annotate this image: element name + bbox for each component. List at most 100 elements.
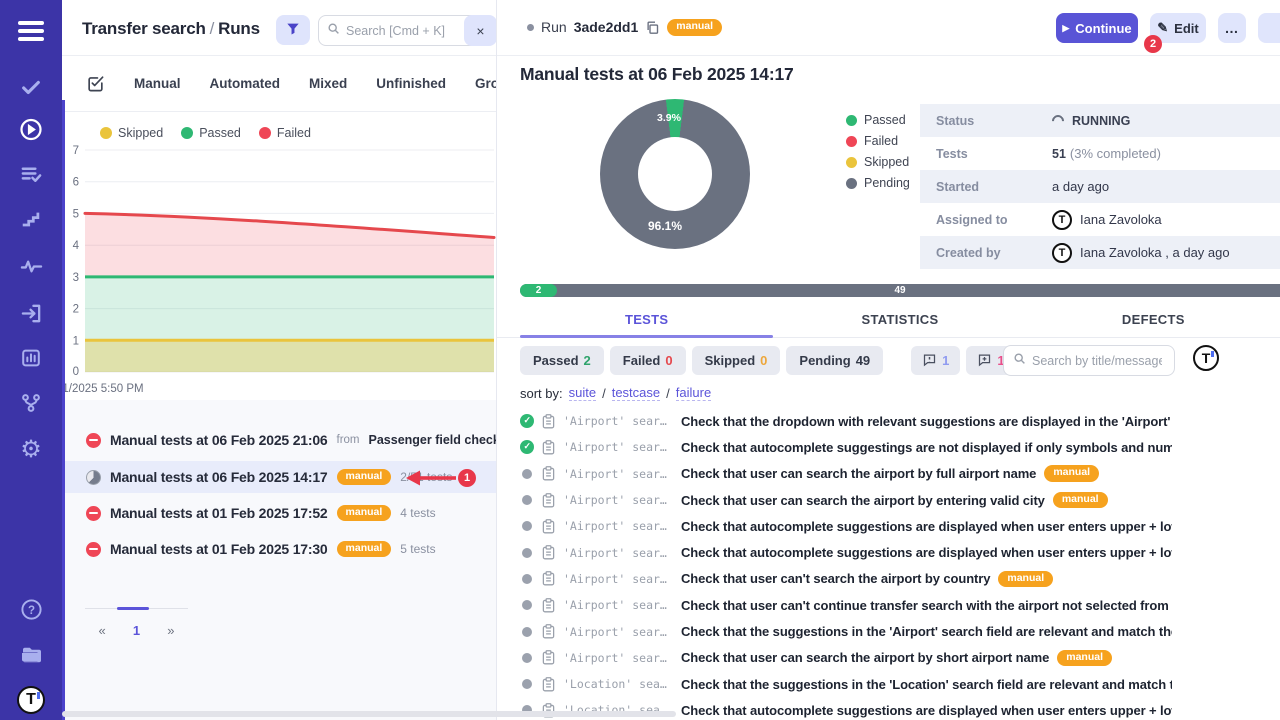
annotation-marker-1: 1 bbox=[458, 469, 476, 487]
tab-automated[interactable]: Automated bbox=[210, 76, 281, 91]
horizontal-scrollbar[interactable] bbox=[62, 711, 676, 717]
clipboard-icon bbox=[542, 493, 555, 508]
test-row[interactable]: 'Airport' sear… Check that user can't se… bbox=[520, 566, 1172, 592]
more-actions-button[interactable]: … bbox=[1218, 13, 1246, 43]
run-summary-table: Status RUNNING Tests 51(3% completed) St… bbox=[920, 104, 1280, 269]
search-icon bbox=[327, 22, 340, 40]
svg-text:5: 5 bbox=[73, 208, 79, 220]
panel-scrollbar[interactable] bbox=[62, 100, 65, 720]
test-status-icon bbox=[522, 653, 532, 663]
run-status-icon bbox=[86, 433, 101, 448]
test-row[interactable]: 'Airport' sear… Check that autocomplete … bbox=[520, 434, 1172, 460]
bar-chart-icon[interactable] bbox=[19, 346, 43, 370]
test-title: Check that the suggestions in the 'Locat… bbox=[681, 677, 1172, 692]
gear-icon[interactable]: ⚙ bbox=[19, 437, 43, 461]
continue-button[interactable]: ▶Continue bbox=[1056, 13, 1138, 43]
filter-comments[interactable]: 1 bbox=[911, 346, 960, 375]
test-title: Check that the dropdown with relevant su… bbox=[681, 414, 1172, 429]
test-row[interactable]: 'Airport' sear… Check that user can sear… bbox=[520, 487, 1172, 513]
test-row[interactable]: 'Location' sea… Check that the suggestio… bbox=[520, 671, 1172, 697]
tab-unfinished[interactable]: Unfinished bbox=[376, 76, 446, 91]
filter-failed[interactable]: Failed0 bbox=[610, 346, 686, 375]
donut-pending-label: 96.1% bbox=[648, 219, 682, 233]
activity-icon[interactable] bbox=[19, 254, 43, 278]
filter-pending[interactable]: Pending49 bbox=[786, 346, 883, 375]
test-status-icon bbox=[520, 440, 534, 454]
run-from-plan: Passenger field check bbox=[369, 433, 497, 447]
folder-icon[interactable] bbox=[19, 643, 43, 667]
steps-icon[interactable] bbox=[19, 207, 43, 231]
test-row[interactable]: 'Airport' sear… Check that user can sear… bbox=[520, 461, 1172, 487]
skipped-dot-icon bbox=[846, 157, 857, 168]
test-row[interactable]: 'Airport' sear… Check that autocomplete … bbox=[520, 513, 1172, 539]
overflow-button-partial[interactable] bbox=[1258, 13, 1280, 43]
svg-text:4: 4 bbox=[73, 240, 80, 252]
user-avatar[interactable]: T bbox=[17, 686, 45, 714]
test-type-badge: manual bbox=[998, 571, 1053, 588]
run-title: Manual tests at 01 Feb 2025 17:30 bbox=[110, 541, 328, 557]
test-title: Check that user can search the airport b… bbox=[681, 466, 1036, 481]
test-row[interactable]: 'Airport' sear… Check that autocomplete … bbox=[520, 539, 1172, 565]
test-suite: 'Airport' sear… bbox=[563, 414, 673, 428]
pagination-prev[interactable]: « bbox=[85, 623, 119, 638]
test-suite: 'Airport' sear… bbox=[563, 651, 673, 665]
tab-manual[interactable]: Manual bbox=[134, 76, 181, 91]
clipboard-icon bbox=[542, 677, 555, 692]
test-status-icon bbox=[520, 414, 534, 428]
run-row[interactable]: Manual tests at 06 Feb 2025 21:06 from P… bbox=[62, 424, 497, 456]
donut-passed-label: 3.9% bbox=[657, 112, 681, 124]
run-test-count: 4 tests bbox=[400, 506, 435, 520]
comment-exclaim-icon bbox=[922, 352, 937, 370]
sort-by-testcase[interactable]: testcase bbox=[612, 385, 660, 401]
active-tab-underline bbox=[520, 335, 773, 338]
sort-by-suite[interactable]: suite bbox=[569, 385, 596, 401]
tests-search bbox=[1003, 345, 1175, 376]
run-from-label: from bbox=[337, 434, 360, 446]
branch-icon[interactable] bbox=[19, 391, 43, 415]
list-check-icon[interactable] bbox=[19, 162, 43, 186]
tab-mixed[interactable]: Mixed bbox=[309, 76, 347, 91]
breadcrumb-root[interactable]: Transfer search bbox=[82, 19, 206, 38]
play-circle-icon[interactable] bbox=[19, 117, 43, 141]
close-search-button[interactable]: × bbox=[464, 15, 497, 46]
svg-text:2: 2 bbox=[73, 304, 79, 316]
test-status-icon bbox=[522, 469, 532, 479]
tab-groups[interactable]: Groups bbox=[475, 76, 497, 91]
test-title: Check that user can search the airport b… bbox=[681, 650, 1049, 665]
run-type-badge: manual bbox=[337, 505, 392, 522]
svg-text:0: 0 bbox=[73, 366, 79, 375]
tab-defects[interactable]: DEFECTS bbox=[1027, 306, 1280, 337]
filter-skipped[interactable]: Skipped0 bbox=[692, 346, 781, 375]
clipboard-icon bbox=[542, 624, 555, 639]
run-row[interactable]: Manual tests at 01 Feb 2025 17:30 manual… bbox=[62, 533, 497, 565]
test-row[interactable]: 'Airport' sear… Check that user can sear… bbox=[520, 645, 1172, 671]
pagination-next[interactable]: » bbox=[154, 623, 188, 638]
test-row[interactable]: 'Airport' sear… Check that the suggestio… bbox=[520, 618, 1172, 644]
sort-by-failure[interactable]: failure bbox=[676, 385, 711, 401]
test-title: Check that autocomplete suggestions are … bbox=[681, 545, 1172, 560]
run-detail-header: Run 3ade2dd1 manual ▶Continue ✎Edit … bbox=[497, 0, 1280, 56]
menu-icon[interactable] bbox=[18, 21, 44, 46]
copy-run-id-button[interactable] bbox=[645, 20, 660, 35]
runs-filter-tabs: Manual Automated Mixed Unfinished Groups bbox=[62, 56, 497, 112]
help-icon[interactable]: ? bbox=[19, 597, 43, 621]
table-row-created: Created by TIana Zavoloka , a day ago bbox=[920, 236, 1280, 269]
filter-button[interactable] bbox=[276, 15, 310, 45]
test-row[interactable]: 'Airport' sear… Check that user can't co… bbox=[520, 592, 1172, 618]
run-row[interactable]: Manual tests at 01 Feb 2025 17:52 manual… bbox=[62, 497, 497, 529]
test-suite: 'Airport' sear… bbox=[563, 546, 673, 560]
tab-tests[interactable]: TESTS bbox=[520, 306, 773, 337]
tests-search-input[interactable] bbox=[1032, 354, 1162, 368]
user-avatar-small[interactable]: T bbox=[1193, 345, 1219, 371]
filter-passed[interactable]: Passed2 bbox=[520, 346, 604, 375]
check-icon[interactable] bbox=[19, 75, 43, 99]
runs-trend-chart: Skipped Passed Failed 7 6 bbox=[62, 112, 497, 400]
sign-in-icon[interactable] bbox=[19, 301, 43, 325]
runs-search-input[interactable] bbox=[346, 24, 456, 38]
test-row[interactable]: 'Airport' sear… Check that the dropdown … bbox=[520, 408, 1172, 434]
run-type-badge: manual bbox=[667, 19, 722, 36]
pagination-page-1[interactable]: 1 bbox=[119, 623, 153, 638]
select-runs-icon[interactable] bbox=[86, 74, 105, 93]
tab-statistics[interactable]: STATISTICS bbox=[773, 306, 1026, 337]
search-icon bbox=[1013, 352, 1026, 370]
